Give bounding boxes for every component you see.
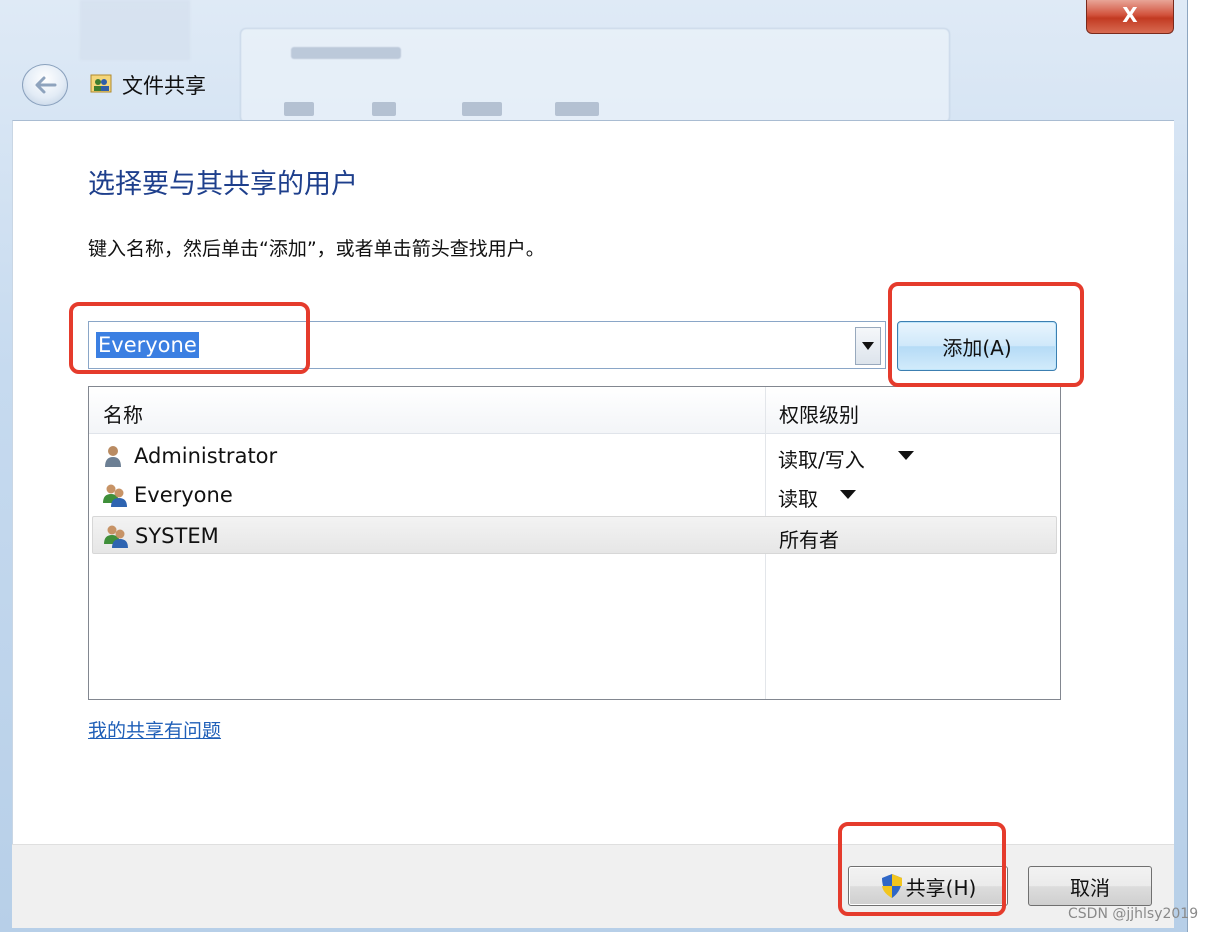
column-header-name[interactable]: 名称 — [103, 399, 143, 428]
chevron-down-icon — [862, 342, 874, 350]
permission-level: 所有者 — [779, 528, 839, 552]
annotation-highlight-add — [888, 282, 1084, 387]
instruction-text: 键入名称，然后单击“添加”，或者单击箭头查找用户。 — [88, 238, 545, 260]
background-tab — [462, 102, 502, 116]
chevron-down-icon[interactable] — [898, 451, 914, 460]
page-title: 选择要与其共享的用户 — [88, 169, 358, 200]
column-header-permission[interactable]: 权限级别 — [779, 399, 859, 428]
watermark: CSDN @jjhlsy2019 — [1068, 906, 1199, 922]
user-permission-list: 名称 权限级别 Administrator 读取/写入 Everyone 读取 … — [88, 386, 1061, 700]
list-item[interactable]: Administrator 读取/写入 — [92, 437, 1057, 475]
permission-level[interactable]: 读取/写入 — [778, 444, 865, 473]
back-arrow-icon — [35, 76, 57, 94]
dropdown-button[interactable] — [855, 327, 881, 365]
list-item[interactable]: Everyone 读取 — [92, 476, 1057, 514]
background-window-glimpse — [80, 0, 190, 60]
user-group-icon — [103, 484, 127, 507]
background-tab — [555, 102, 599, 116]
window-title: 文件共享 — [122, 74, 206, 98]
close-icon: X — [1122, 3, 1138, 27]
chevron-down-icon[interactable] — [840, 490, 856, 499]
user-group-icon — [104, 525, 128, 548]
permission-level[interactable]: 读取 — [778, 483, 818, 512]
background-tab — [372, 102, 396, 116]
background-tab — [284, 102, 314, 116]
annotation-highlight-share — [838, 822, 1006, 916]
user-name: SYSTEM — [135, 524, 219, 548]
annotation-highlight-input — [69, 302, 310, 374]
close-button[interactable]: X — [1086, 0, 1174, 34]
help-link[interactable]: 我的共享有问题 — [88, 716, 221, 743]
user-name: Administrator — [134, 444, 278, 468]
single-user-icon — [105, 446, 121, 467]
back-button[interactable] — [22, 64, 68, 106]
list-item[interactable]: SYSTEM 所有者 — [92, 516, 1057, 554]
background-window-title — [291, 47, 401, 59]
cancel-button[interactable]: 取消 — [1028, 866, 1152, 906]
user-name: Everyone — [134, 483, 233, 507]
list-header: 名称 权限级别 — [89, 387, 1060, 434]
file-share-icon — [90, 74, 112, 93]
